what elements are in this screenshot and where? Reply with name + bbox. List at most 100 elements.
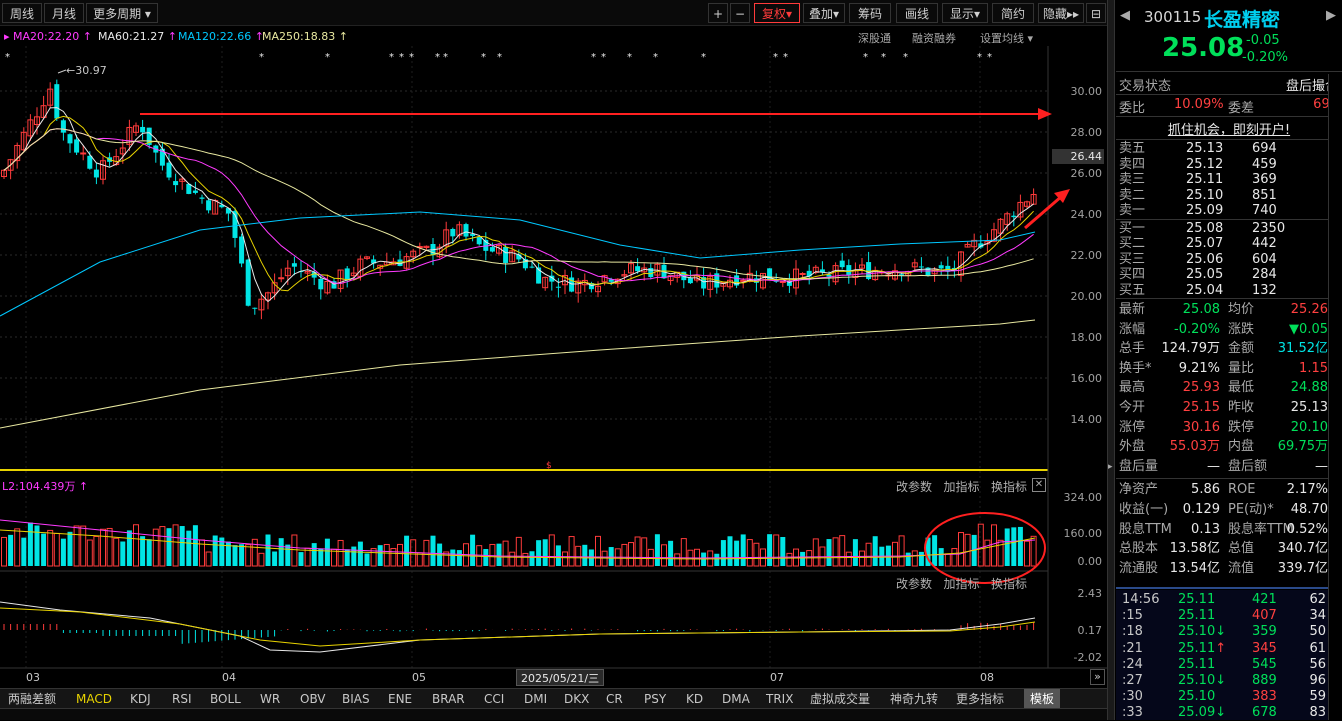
tab-18[interactable]: 虚拟成交量 xyxy=(810,689,870,709)
draw-line-button[interactable]: 画线 xyxy=(896,3,938,23)
candle-body xyxy=(635,266,641,272)
add-indicator-link[interactable]: 加指标 xyxy=(943,480,979,494)
zoom-out-button[interactable]: − xyxy=(730,3,750,23)
ask-row[interactable]: 卖四 25.12 459 xyxy=(1116,157,1342,172)
tab-19[interactable]: 神奇九转 xyxy=(890,689,938,709)
panel-splitter[interactable]: ▸ xyxy=(1107,0,1115,720)
weekly-button[interactable]: 周线 xyxy=(2,3,42,23)
adjust-rights-button[interactable]: 复权▾ xyxy=(754,3,800,23)
signal-marker: * xyxy=(409,52,414,63)
close-panel-icon[interactable]: ✕ xyxy=(1032,478,1046,492)
tab-13[interactable]: CR xyxy=(606,689,623,709)
tab-15[interactable]: KD xyxy=(686,689,703,709)
stat-label: 跌停 xyxy=(1228,419,1255,435)
stat-value: 9.21% xyxy=(1178,360,1220,376)
display-label: 显示 xyxy=(949,7,974,21)
candle-body xyxy=(529,266,535,268)
monthly-button[interactable]: 月线 xyxy=(44,3,84,23)
display-button[interactable]: 显示▾ xyxy=(942,3,988,23)
volume-bar xyxy=(470,534,476,566)
bid-row[interactable]: 买三 25.06 604 xyxy=(1116,252,1342,267)
volume-bar xyxy=(278,538,284,566)
next-stock-icon[interactable]: ▶ xyxy=(1326,8,1336,23)
candle-body xyxy=(239,236,245,264)
sz-connect-link[interactable]: 深股通 xyxy=(858,30,891,46)
edit-params-link[interactable]: 改参数 xyxy=(896,577,932,591)
tab-12[interactable]: DKX xyxy=(564,689,589,709)
candle-body xyxy=(938,265,944,269)
switch-indicator-link[interactable]: 换指标 xyxy=(991,577,1027,591)
bid-row[interactable]: 买一 25.08 2350 xyxy=(1116,221,1342,236)
tab-0[interactable]: 两融差额 xyxy=(8,689,56,709)
bid-row[interactable]: 买二 25.07 442 xyxy=(1116,236,1342,251)
level-volume: 604 xyxy=(1252,251,1277,267)
tab-11[interactable]: DMI xyxy=(524,689,547,709)
tab-5[interactable]: WR xyxy=(260,689,280,709)
ask-row[interactable]: 卖三 25.11 369 xyxy=(1116,172,1342,187)
overlay-button[interactable]: 叠加▾ xyxy=(803,3,845,23)
simple-button[interactable]: 简约 xyxy=(992,3,1034,23)
volume-bar xyxy=(311,543,317,566)
panel-toggle-icon[interactable]: ⊟ xyxy=(1086,3,1106,23)
volume-bar xyxy=(430,535,436,566)
tab-10[interactable]: CCI xyxy=(484,689,504,709)
stat-label: 今开 xyxy=(1119,400,1146,415)
prev-stock-icon[interactable]: ◀ xyxy=(1120,8,1130,23)
open-account-link[interactable]: 抓住机会，即刻开户! xyxy=(1116,119,1342,138)
tab-3[interactable]: RSI xyxy=(172,689,192,709)
margin-trading-link[interactable]: 融资融券 xyxy=(912,30,956,46)
tab-14[interactable]: PSY xyxy=(644,689,666,709)
stat-value: 25.13 xyxy=(1290,400,1328,415)
add-indicator-link[interactable]: 加指标 xyxy=(943,577,979,591)
candle-body xyxy=(80,152,87,155)
tick-row: :30 25.10 383 59 xyxy=(1116,689,1342,705)
tab-20[interactable]: 更多指标 xyxy=(956,689,1004,709)
tab-17[interactable]: TRIX xyxy=(766,689,793,709)
signal-marker: * xyxy=(977,52,982,63)
tab-8[interactable]: ENE xyxy=(388,689,412,709)
volume-bar xyxy=(67,531,73,566)
volume-bar xyxy=(133,524,139,567)
stat-value: 24.88 xyxy=(1290,380,1328,396)
tab-16[interactable]: DMA xyxy=(722,689,750,709)
hide-button[interactable]: 隐藏▸▸ xyxy=(1038,3,1084,23)
tab-2[interactable]: KDJ xyxy=(130,689,151,709)
stat-label: 流值 xyxy=(1228,560,1255,576)
tab-21[interactable]: 模板 xyxy=(1024,689,1061,709)
bid-row[interactable]: 买四 25.05 284 xyxy=(1116,267,1342,282)
tick-volume: 383 xyxy=(1252,689,1277,705)
dif-line xyxy=(0,601,1036,653)
bid-row[interactable]: 买五 25.04 132 xyxy=(1116,283,1342,298)
scroll-right-icon[interactable]: » xyxy=(1090,669,1105,685)
volume-bar xyxy=(239,544,245,566)
tick-time: :21 xyxy=(1122,640,1143,656)
tick-count: 34 xyxy=(1309,608,1326,624)
tab-6[interactable]: OBV xyxy=(300,689,326,709)
tab-9[interactable]: BRAR xyxy=(432,689,465,709)
candle-body xyxy=(450,228,456,237)
candle-body xyxy=(799,273,806,276)
stat-row: 涨停 30.16 跌停 20.10 xyxy=(1116,418,1342,437)
chips-button[interactable]: 筹码 xyxy=(849,3,891,23)
stat-row: 涨幅 -0.20% 涨跌 ▼0.05 xyxy=(1116,320,1342,339)
volume-bar xyxy=(661,544,667,567)
ma-settings-link[interactable]: 设置均线 ▾ xyxy=(980,30,1033,46)
ask-row[interactable]: 卖五 25.13 694 xyxy=(1116,141,1342,156)
level-price: 25.11 xyxy=(1186,172,1224,187)
tab-4[interactable]: BOLL xyxy=(210,689,241,709)
volume-header: L2:104.439万 ↑ xyxy=(2,480,89,493)
zoom-in-button[interactable]: + xyxy=(708,3,728,23)
switch-indicator-link[interactable]: 换指标 xyxy=(991,480,1027,494)
volume-bar xyxy=(668,540,674,566)
svg-text:$: $ xyxy=(546,461,552,471)
ask-row[interactable]: 卖二 25.10 851 xyxy=(1116,188,1342,203)
ask-row[interactable]: 卖一 25.09 740 xyxy=(1116,203,1342,218)
volume-bar xyxy=(674,553,681,567)
edit-params-link[interactable]: 改参数 xyxy=(896,480,932,494)
price-tick: 30.00 xyxy=(1070,85,1103,98)
tab-7[interactable]: BIAS xyxy=(342,689,370,709)
tab-1[interactable]: MACD xyxy=(76,689,112,709)
more-periods-button[interactable]: 更多周期 ▾ xyxy=(86,3,158,23)
candle-body xyxy=(489,247,495,252)
stat-label: 涨跌 xyxy=(1228,321,1255,337)
